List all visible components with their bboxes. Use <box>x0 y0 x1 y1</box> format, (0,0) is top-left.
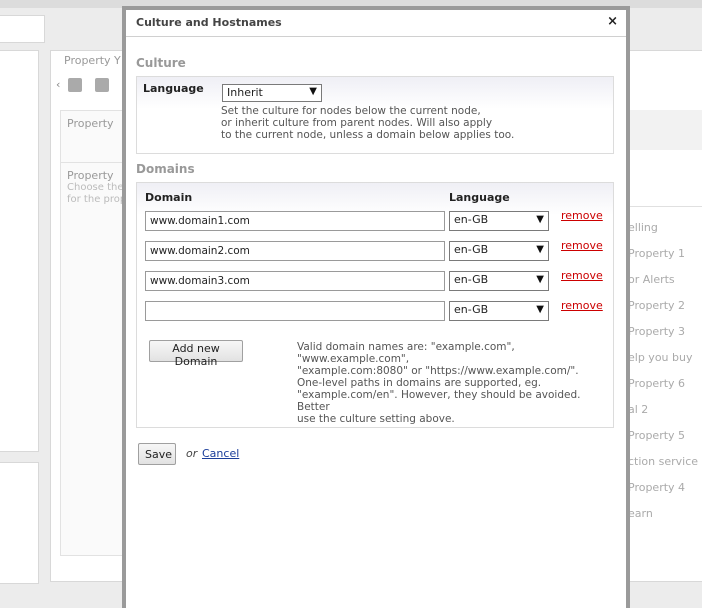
domain-language-select[interactable]: en-GB ▼ <box>449 211 549 231</box>
right-panel-header <box>628 110 702 150</box>
add-new-domain-button[interactable]: Add new Domain <box>149 340 243 368</box>
editor-tab[interactable]: Property Y <box>64 54 121 67</box>
domain-help-line: use the culture setting above. <box>297 413 455 425</box>
list-item[interactable]: al 2 <box>628 402 702 428</box>
culture-heading: Culture <box>136 56 186 70</box>
domain-help-text: One-level paths in domains are supported… <box>297 377 609 425</box>
cancel-link[interactable]: Cancel <box>202 447 239 460</box>
close-icon[interactable]: × <box>607 14 618 29</box>
domains-heading: Domains <box>136 162 195 176</box>
remove-domain-link[interactable]: remove <box>561 269 603 282</box>
culture-help-line: Set the culture for nodes below the curr… <box>221 105 481 117</box>
dropdown-arrow-icon: ▼ <box>536 244 544 255</box>
dropdown-arrow-icon: ▼ <box>536 274 544 285</box>
remove-domain-link[interactable]: remove <box>561 239 603 252</box>
list-item[interactable]: ction service <box>628 454 702 480</box>
remove-domain-link[interactable]: remove <box>561 209 603 222</box>
dropdown-arrow-icon: ▼ <box>536 304 544 315</box>
dropdown-arrow-icon: ▼ <box>309 86 317 97</box>
list-item[interactable]: Property 1 <box>628 246 702 272</box>
content-tree-panel <box>0 50 39 452</box>
preview-icon[interactable] <box>95 78 110 92</box>
culture-language-select[interactable]: Inherit ▼ <box>222 84 322 102</box>
culture-panel: Language Inherit ▼ Set the culture for n… <box>136 76 614 154</box>
list-item[interactable]: elling <box>628 220 702 246</box>
domain-input[interactable] <box>145 271 445 291</box>
right-panel-select <box>628 176 702 207</box>
sections-panel <box>0 462 39 584</box>
save-button[interactable]: Save <box>138 443 176 465</box>
dropdown-arrow-icon: ▼ <box>536 214 544 225</box>
domain-help-text: Valid domain names are: "example.com", "… <box>297 341 609 377</box>
domain-language-value: en-GB <box>454 303 489 316</box>
list-item[interactable]: Property 4 <box>628 480 702 506</box>
domain-language-value: en-GB <box>454 213 489 226</box>
domain-input[interactable] <box>145 301 445 321</box>
culture-hostnames-dialog: Culture and Hostnames × Culture Language… <box>122 6 630 608</box>
domains-panel: Domain Language en-GB ▼ remove en-GB ▼ r… <box>136 182 614 428</box>
list-item[interactable]: elp you buy <box>628 350 702 376</box>
domain-language-value: en-GB <box>454 243 489 256</box>
scroll-left-icon[interactable]: ‹ <box>56 78 60 91</box>
domain-help-line: "example.com/en". However, they should b… <box>297 389 581 413</box>
dialog-title: Culture and Hostnames <box>136 16 282 29</box>
save-icon[interactable] <box>67 78 82 92</box>
domain-language-select[interactable]: en-GB ▼ <box>449 301 549 321</box>
language-column-header: Language <box>449 191 510 204</box>
domain-help-line: One-level paths in domains are supported… <box>297 377 542 389</box>
remove-domain-link[interactable]: remove <box>561 299 603 312</box>
dialog-header: Culture and Hostnames × <box>126 10 626 37</box>
app-search-box[interactable] <box>0 15 45 43</box>
editor-toolbar: ‹ <box>56 78 119 92</box>
domain-input[interactable] <box>145 211 445 231</box>
culture-language-value: Inherit <box>227 86 263 99</box>
culture-help-line: or inherit culture from parent nodes. Wi… <box>221 117 493 129</box>
or-text: or <box>186 447 198 460</box>
domain-language-select[interactable]: en-GB ▼ <box>449 271 549 291</box>
property-box-title: Property <box>67 117 114 130</box>
list-item[interactable]: or Alerts <box>628 272 702 298</box>
culture-help-text: Set the culture for nodes below the curr… <box>221 105 521 141</box>
domain-help-line: Valid domain names are: "example.com", "… <box>297 341 515 365</box>
domain-language-select[interactable]: en-GB ▼ <box>449 241 549 261</box>
list-item[interactable]: earn <box>628 506 702 532</box>
language-label: Language <box>143 82 204 95</box>
list-item[interactable]: Property 2 <box>628 298 702 324</box>
domain-column-header: Domain <box>145 191 193 204</box>
domain-language-value: en-GB <box>454 273 489 286</box>
domain-input[interactable] <box>145 241 445 261</box>
right-panel-list: elling Property 1 or Alerts Property 2 P… <box>628 220 702 532</box>
domain-help-line: "example.com:8080" or "https://www.examp… <box>297 365 579 377</box>
list-item[interactable]: Property 5 <box>628 428 702 454</box>
list-item[interactable]: Property 6 <box>628 376 702 402</box>
list-item[interactable]: Property 3 <box>628 324 702 350</box>
culture-help-line: to the current node, unless a domain bel… <box>221 129 515 141</box>
